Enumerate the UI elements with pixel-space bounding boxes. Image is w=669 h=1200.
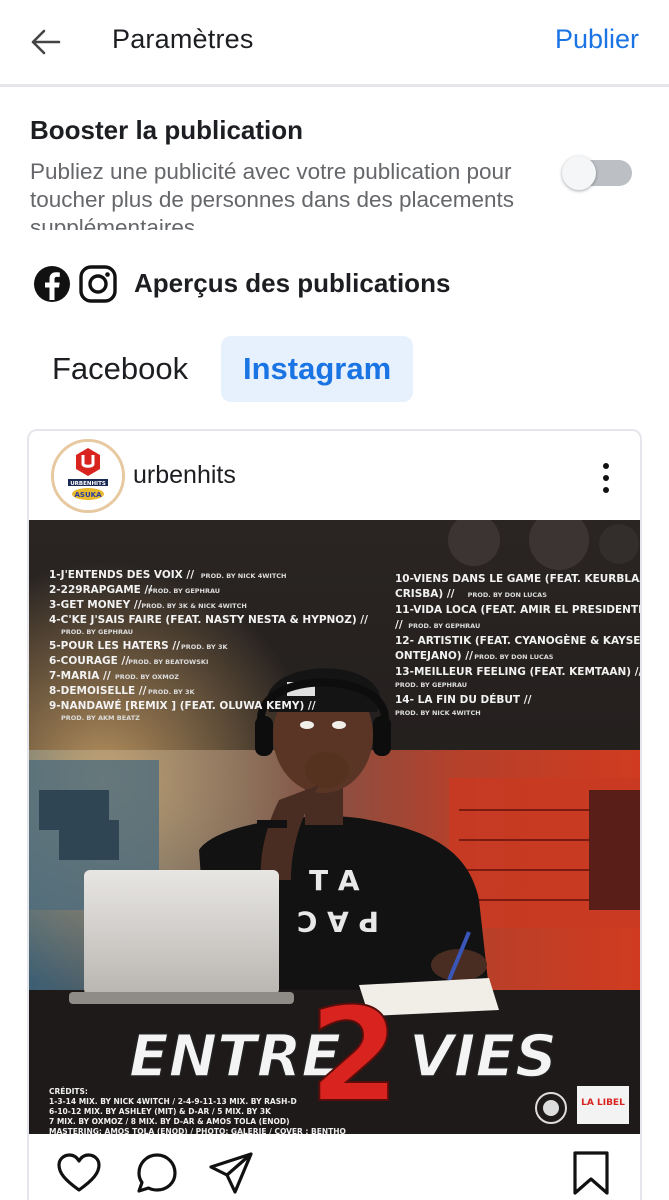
track-producer: PROD. BY GEPHRAU	[395, 681, 467, 689]
label-logo: LA LIBEL	[581, 1098, 625, 1108]
top-bar: Paramètres Publier	[0, 0, 669, 84]
credit-line: 1-3-14 MIX. BY NICK 4WITCH / 2-4-9-11-13…	[49, 1097, 297, 1106]
avatar[interactable]: URBENHITS ASUKA	[51, 439, 125, 513]
album-title-right: VIES	[409, 1022, 557, 1090]
track-title: 3-GET MONEY //	[49, 599, 142, 611]
track-title: 6-COURAGE //	[49, 655, 129, 667]
post-username[interactable]: urbenhits	[133, 461, 236, 490]
more-options-button[interactable]	[596, 461, 616, 495]
boost-description: Publiez une publicité avec votre publica…	[30, 159, 515, 230]
track-producer: PROD. BY DON LUCAS	[474, 653, 554, 661]
track-producer: PROD. BY BEATOWSKI	[128, 658, 208, 666]
divider	[0, 84, 669, 87]
album-title-number: 2	[309, 979, 399, 1131]
track-title: 13-MEILLEUR FEELING (FEAT. KEMTAAN) //	[395, 666, 642, 678]
boost-toggle[interactable]	[562, 156, 632, 190]
toggle-knob	[562, 156, 596, 190]
track-title: 1-J'ENTENDS DES VOIX //	[49, 569, 194, 581]
track-title: 10-VIENS DANS LE GAME (FEAT. KEURBLAAN &	[395, 573, 642, 585]
track-title: 7-MARIA //	[49, 670, 111, 682]
credit-line: CRÉDITS:	[49, 1087, 88, 1096]
track-producer: PROD. BY GEPHRAU	[148, 587, 220, 595]
track-title: 11-VIDA LOCA (FEAT. AMIR EL PRESIDENTE)	[395, 604, 642, 616]
svg-text:URBENHITS: URBENHITS	[70, 481, 106, 487]
track-title: ONTEJANO) //	[395, 650, 473, 662]
track-title: CRISBA) //	[395, 588, 455, 600]
track-producer: PROD. BY GEPHRAU	[408, 622, 480, 630]
track-producer: PROD. BY GEPHRAU	[61, 628, 133, 636]
heart-icon	[57, 1153, 101, 1192]
tab-facebook[interactable]: Facebook	[32, 336, 208, 402]
track-title: 5-POUR LES HATERS //	[49, 640, 180, 652]
boost-title: Booster la publication	[30, 115, 304, 145]
credit-line: MASTERING: AMOS TOLA (ENOD) / PHOTO: GAL…	[49, 1127, 346, 1134]
track-title: 12- ARTISTIK (FEAT. CYANOGÈNE & KAYSEE M	[395, 634, 642, 647]
arrow-left-icon	[31, 29, 61, 55]
page-title: Paramètres	[112, 24, 254, 54]
credit-line: 7 MIX. BY OXMOZ / 8 MIX. BY D-AR & AMOS …	[49, 1117, 290, 1126]
svg-text:P A C: P A C	[297, 905, 379, 938]
bookmark-button[interactable]	[567, 1149, 615, 1197]
svg-text:ASUKA: ASUKA	[75, 491, 103, 499]
share-button[interactable]	[207, 1149, 255, 1197]
comment-icon	[137, 1153, 177, 1193]
share-icon	[209, 1152, 253, 1194]
track-title: 4-C'KE J'SAIS FAIRE (FEAT. NASTY NESTA &…	[49, 614, 368, 626]
more-vertical-icon	[603, 463, 609, 493]
track-producer: PROD. BY 3K & NICK 4WITCH	[141, 602, 246, 610]
back-button[interactable]	[26, 22, 66, 62]
track-title: //	[395, 619, 403, 631]
album-cover: T A P A C 1-J'ENTENDS DES VOIX // PROD. …	[29, 520, 642, 1134]
track-title: 2-229RAPGAME //	[49, 584, 152, 596]
boost-section: Booster la publication Publiez une publi…	[0, 88, 669, 230]
credit-line: 6-10-12 MIX. BY ASHLEY (MIT) & D-AR / 5 …	[49, 1107, 272, 1116]
tab-instagram[interactable]: Instagram	[221, 336, 414, 402]
urbenhits-logo: URBENHITS ASUKA	[54, 442, 122, 510]
track-producer: PROD. BY DON LUCAS	[468, 591, 548, 599]
track-producer: PROD. BY NICK 4WITCH	[201, 572, 287, 580]
post-preview-card: URBENHITS ASUKA urbenhits T A P A C 1-J'…	[27, 429, 642, 1200]
track-producer: PROD. BY OXMOZ	[115, 673, 179, 681]
preview-title: Aperçus des publications	[134, 268, 451, 298]
bookmark-icon	[573, 1151, 609, 1195]
track-producer: PROD. BY NICK 4WITCH	[395, 709, 481, 717]
track-producer: PROD. BY 3K	[148, 688, 196, 696]
track-title: 8-DEMOISELLE //	[49, 685, 147, 697]
facebook-icon	[34, 266, 70, 302]
comment-button[interactable]	[133, 1149, 181, 1197]
track-title: 14- LA FIN DU DÉBUT //	[395, 693, 532, 706]
track-title: 9-NANDAWÉ [REMIX ] (FEAT. OLUWA KEMY) //	[49, 699, 316, 712]
post-actions	[29, 1143, 640, 1200]
preview-header: Aperçus des publications	[0, 262, 669, 310]
publish-button[interactable]: Publier	[555, 24, 639, 55]
post-image: T A P A C 1-J'ENTENDS DES VOIX // PROD. …	[29, 520, 642, 1134]
track-producer: PROD. BY 3K	[181, 643, 229, 651]
svg-text:T A: T A	[309, 864, 360, 897]
like-button[interactable]	[55, 1149, 103, 1197]
track-producer: PROD. BY AKM BEATZ	[61, 714, 140, 722]
instagram-icon	[79, 265, 117, 303]
